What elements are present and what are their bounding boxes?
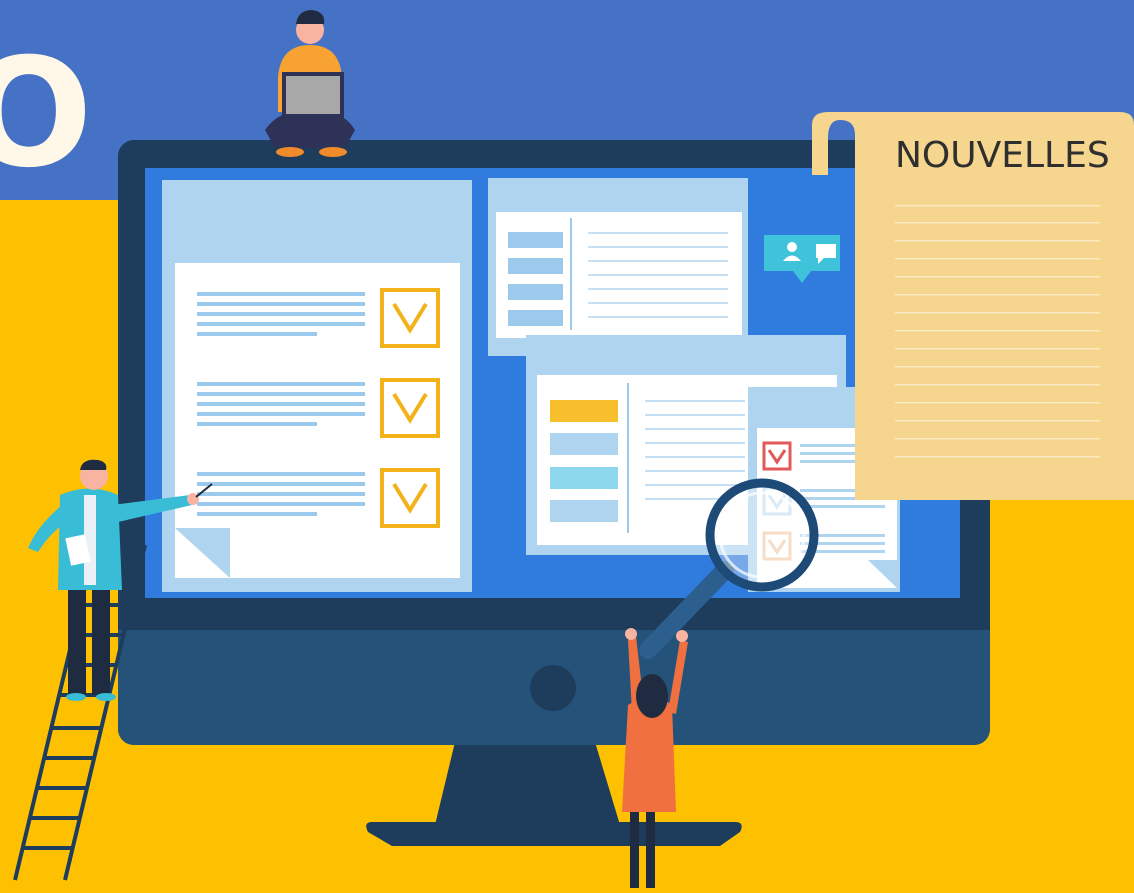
laptop-icon xyxy=(282,72,344,118)
news-title: NOUVELLES xyxy=(895,135,1110,176)
monitor-power-button xyxy=(530,665,576,711)
monitor-stand xyxy=(435,742,620,825)
news-illustration: O NOUVELLES xyxy=(0,0,1134,893)
heading-fragment: O xyxy=(0,27,93,201)
monitor-base xyxy=(366,822,742,846)
news-scroll: NOUVELLES xyxy=(812,112,1134,500)
woman-hair xyxy=(636,674,668,718)
checklist-window xyxy=(162,180,472,592)
document-window-top xyxy=(488,178,748,356)
illustration-stage: O NOUVELLES xyxy=(0,0,1134,893)
